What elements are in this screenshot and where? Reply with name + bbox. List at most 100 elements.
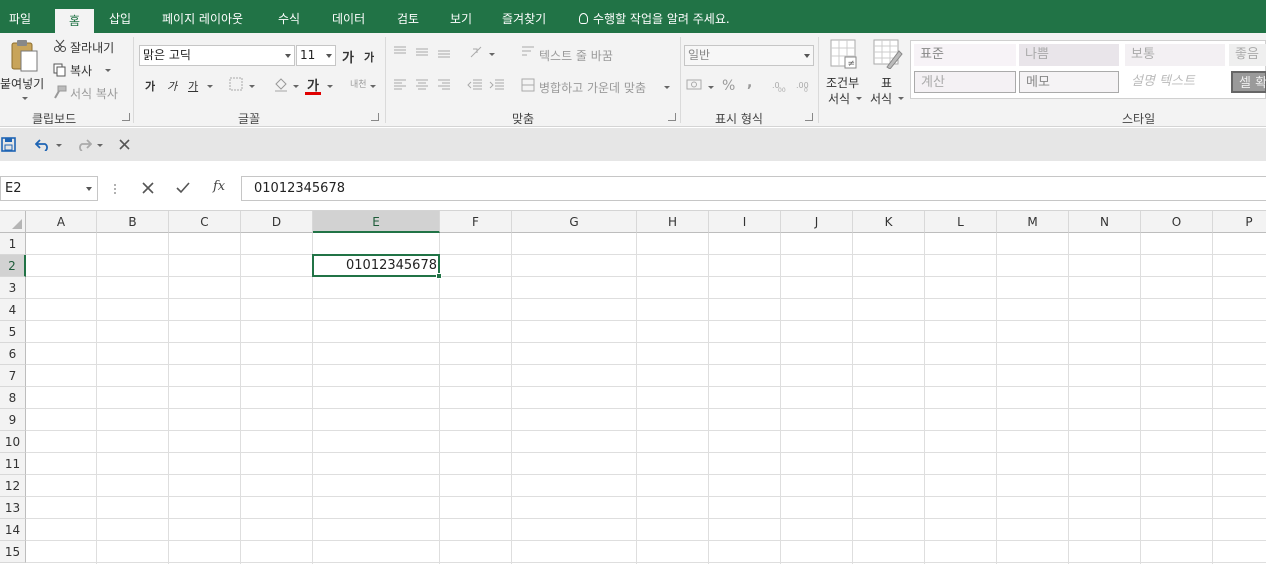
number-launcher-icon[interactable]	[805, 113, 813, 121]
number-format-combo[interactable]: 일반	[684, 45, 814, 66]
phonetic-dropdown-icon[interactable]	[370, 85, 376, 88]
tab-insert[interactable]: 삽입	[109, 0, 131, 33]
redo-dropdown-icon[interactable]	[97, 144, 103, 147]
align-left-icon[interactable]	[393, 79, 407, 91]
cancel-icon[interactable]	[142, 182, 154, 194]
row-header-11[interactable]: 11	[0, 453, 26, 475]
tell-me-search[interactable]: 수행할 작업을 알려 주세요.	[579, 0, 730, 33]
cut-button[interactable]: 잘라내기	[70, 39, 114, 56]
column-header-n[interactable]: N	[1069, 211, 1141, 233]
select-all-button[interactable]	[0, 211, 26, 233]
save-icon[interactable]	[1, 137, 16, 152]
style-neutral[interactable]: 보통	[1125, 44, 1225, 66]
close-icon[interactable]	[119, 139, 130, 150]
style-bad[interactable]: 나쁨	[1019, 44, 1119, 66]
enter-check-icon[interactable]	[176, 182, 190, 194]
column-header-f[interactable]: F	[440, 211, 512, 233]
column-header-o[interactable]: O	[1141, 211, 1213, 233]
style-calculation[interactable]: 계산	[914, 71, 1016, 93]
tab-home[interactable]: 홈	[55, 9, 94, 33]
active-cell-e2[interactable]: 01012345678	[312, 254, 442, 279]
row-header-2[interactable]: 2	[0, 255, 26, 277]
wrap-text-button[interactable]: 텍스트 줄 바꿈	[539, 47, 613, 64]
italic-button[interactable]: 가	[167, 78, 177, 94]
tab-page-layout[interactable]: 페이지 레이아웃	[162, 0, 243, 33]
increase-indent-icon[interactable]	[489, 79, 505, 91]
tab-favorites[interactable]: 즐겨찾기	[502, 0, 546, 33]
redo-icon[interactable]	[76, 138, 92, 151]
tab-view[interactable]: 보기	[450, 0, 472, 33]
copy-dropdown-icon[interactable]	[105, 69, 111, 72]
column-header-g[interactable]: G	[512, 211, 637, 233]
row-header-8[interactable]: 8	[0, 387, 26, 409]
style-note[interactable]: 메모	[1019, 71, 1119, 93]
font-color-dropdown-icon[interactable]	[327, 85, 333, 88]
paste-dropdown-icon[interactable]	[22, 97, 28, 100]
tab-formulas[interactable]: 수식	[278, 0, 300, 33]
row-header-1[interactable]: 1	[0, 233, 26, 255]
clipboard-launcher-icon[interactable]	[122, 113, 130, 121]
accounting-format-icon[interactable]	[686, 78, 704, 92]
tab-file[interactable]: 파일	[9, 0, 31, 33]
align-center-icon[interactable]	[415, 79, 429, 91]
merge-center-button[interactable]: 병합하고 가운데 맞춤	[539, 79, 646, 96]
column-header-c[interactable]: C	[169, 211, 241, 233]
align-middle-icon[interactable]	[415, 46, 429, 58]
column-header-m[interactable]: M	[997, 211, 1069, 233]
percent-button[interactable]: %	[722, 78, 735, 94]
grow-font-button[interactable]: 가	[342, 47, 354, 66]
conditional-format-button[interactable]: ≠ 조건부 서식	[822, 39, 866, 106]
row-header-13[interactable]: 13	[0, 497, 26, 519]
font-name-combo[interactable]: 맑은 고딕	[139, 45, 295, 66]
column-header-b[interactable]: B	[97, 211, 169, 233]
row-header-3[interactable]: 3	[0, 277, 26, 299]
row-header-9[interactable]: 9	[0, 409, 26, 431]
format-as-table-button[interactable]: 표 서식	[866, 39, 908, 106]
name-box[interactable]: E2	[0, 176, 98, 201]
row-header-7[interactable]: 7	[0, 365, 26, 387]
decrease-indent-icon[interactable]	[467, 79, 483, 91]
align-bottom-icon[interactable]	[437, 46, 451, 58]
column-header-k[interactable]: K	[853, 211, 925, 233]
column-header-j[interactable]: J	[781, 211, 853, 233]
accounting-dropdown-icon[interactable]	[708, 86, 714, 89]
style-explanatory[interactable]: 설명 텍스트	[1125, 71, 1225, 93]
style-check-cell[interactable]: 셀 확	[1231, 71, 1266, 93]
tab-review[interactable]: 검토	[397, 0, 419, 33]
fill-handle[interactable]	[436, 273, 442, 279]
align-top-icon[interactable]	[393, 46, 407, 58]
merge-dropdown-icon[interactable]	[664, 86, 670, 89]
column-header-l[interactable]: L	[925, 211, 997, 233]
column-header-e[interactable]: E	[313, 211, 440, 233]
column-header-i[interactable]: I	[709, 211, 781, 233]
column-header-p[interactable]: P	[1213, 211, 1266, 233]
increase-decimal-icon[interactable]: .000	[772, 77, 788, 93]
underline-dropdown-icon[interactable]	[207, 85, 213, 88]
insert-function-button[interactable]: fx	[213, 179, 225, 194]
bold-button[interactable]: 가	[145, 78, 155, 94]
border-icon[interactable]	[229, 77, 243, 91]
comma-button[interactable]: ,	[747, 75, 752, 91]
fill-color-dropdown-icon[interactable]	[293, 85, 299, 88]
font-launcher-icon[interactable]	[371, 113, 379, 121]
orientation-dropdown-icon[interactable]	[489, 53, 495, 56]
row-header-6[interactable]: 6	[0, 343, 26, 365]
column-header-h[interactable]: H	[637, 211, 709, 233]
orientation-icon[interactable]	[469, 45, 485, 59]
undo-icon[interactable]	[35, 138, 51, 151]
copy-button[interactable]: 복사	[70, 62, 92, 79]
row-header-15[interactable]: 15	[0, 541, 26, 563]
decrease-decimal-icon[interactable]: .000	[796, 77, 812, 93]
phonetic-button[interactable]: 내천	[350, 77, 367, 90]
paste-button[interactable]: 붙여넣기	[0, 39, 46, 105]
row-header-10[interactable]: 10	[0, 431, 26, 453]
column-header-a[interactable]: A	[26, 211, 97, 233]
row-header-4[interactable]: 4	[0, 299, 26, 321]
undo-dropdown-icon[interactable]	[56, 144, 62, 147]
row-header-12[interactable]: 12	[0, 475, 26, 497]
row-header-5[interactable]: 5	[0, 321, 26, 343]
shrink-font-button[interactable]: 가	[364, 49, 374, 65]
font-size-combo[interactable]: 11	[296, 45, 336, 66]
border-dropdown-icon[interactable]	[249, 85, 255, 88]
style-good[interactable]: 좋음	[1229, 44, 1266, 66]
